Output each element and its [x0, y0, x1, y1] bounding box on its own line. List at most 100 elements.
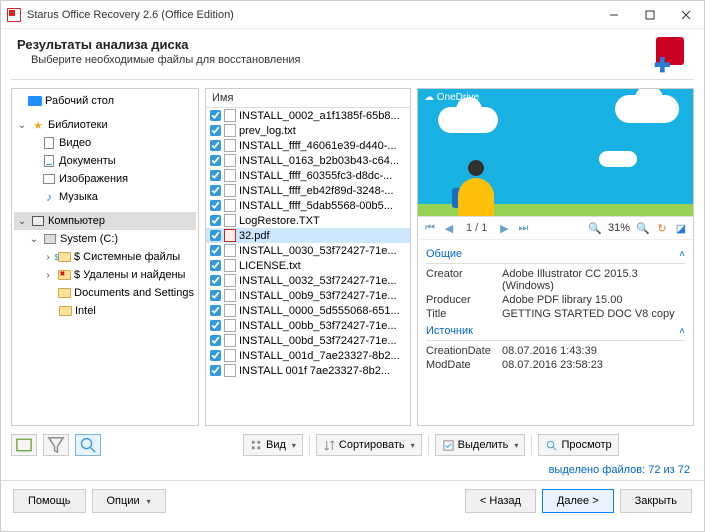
chevron-down-icon[interactable]: ⌄ [28, 234, 40, 245]
tool-filter-icon[interactable] [43, 434, 69, 456]
back-button[interactable]: < Назад [465, 489, 536, 513]
file-checkbox[interactable] [210, 365, 221, 376]
file-row[interactable]: INSTALL_ffff_60355fc3-d8dc-... [206, 168, 410, 183]
office-recovery-icon: ✚ [652, 37, 688, 73]
minimize-button[interactable] [596, 1, 632, 29]
tree-system-c[interactable]: ⌄System (C:) [14, 230, 196, 248]
file-checkbox[interactable] [210, 350, 221, 361]
zoom-in-icon[interactable]: 🔍 [635, 220, 651, 236]
file-row[interactable]: INSTALL_ffff_eb42f89d-3248-... [206, 183, 410, 198]
file-checkbox[interactable] [210, 215, 221, 226]
nav-last-icon[interactable]: ⏭ [515, 220, 531, 236]
tool-recover-icon[interactable] [11, 434, 37, 456]
chevron-right-icon[interactable]: › [42, 270, 54, 281]
file-name: LICENSE.txt [239, 260, 301, 272]
folder-tree[interactable]: Рабочий стол ⌄★Библиотеки Видео Документ… [11, 88, 199, 426]
file-row[interactable]: INSTALL_00bb_53f72427-71e... [206, 318, 410, 333]
file-row[interactable]: INSTALL 001f 7ae23327-8b2... [206, 363, 410, 378]
preview-pane: ☁ OneDrive ⏮ ◀ 1 / 1 ▶ ⏭ 🔍 31% 🔍 ↻ ◪ Общ… [417, 88, 694, 426]
file-name: INSTALL_ffff_60355fc3-d8dc-... [239, 170, 392, 182]
preview-button[interactable]: Просмотр [538, 434, 618, 456]
close-footer-button[interactable]: Закрыть [620, 489, 692, 513]
meta-key: Producer [426, 294, 502, 306]
file-checkbox[interactable] [210, 290, 221, 301]
file-row[interactable]: 32.pdf [206, 228, 410, 243]
help-button[interactable]: Помощь [13, 489, 86, 513]
tree-docs-settings[interactable]: Documents and Settings [14, 284, 196, 302]
tree-deleted[interactable]: ›$ Удалены и найдены [14, 266, 196, 284]
file-row[interactable]: INSTALL_ffff_46061e39-d440-... [206, 138, 410, 153]
chevron-down-icon[interactable]: ⌄ [16, 120, 28, 131]
file-row[interactable]: INSTALL_00b9_53f72427-71e... [206, 288, 410, 303]
chevron-down-icon[interactable]: ⌄ [16, 216, 28, 227]
file-row[interactable]: LogRestore.TXT [206, 213, 410, 228]
view-button[interactable]: Вид▾ [243, 434, 303, 456]
tree-video[interactable]: Видео [14, 134, 196, 152]
file-row[interactable]: INSTALL_001d_7ae23327-8b2... [206, 348, 410, 363]
tree-desktop[interactable]: Рабочий стол [14, 92, 196, 110]
star-icon: ★ [31, 118, 45, 132]
chevron-right-icon[interactable]: › [42, 252, 54, 263]
meta-value: GETTING STARTED DOC V8 copy [502, 308, 685, 320]
file-checkbox[interactable] [210, 185, 221, 196]
file-name: INSTALL_ffff_5dab5568-00b5... [239, 200, 393, 212]
file-checkbox[interactable] [210, 320, 221, 331]
file-checkbox[interactable] [210, 275, 221, 286]
tree-images[interactable]: Изображения [14, 170, 196, 188]
reload-icon[interactable]: ↻ [654, 220, 670, 236]
save-disk-icon[interactable]: ◪ [673, 220, 689, 236]
file-name: INSTALL_0002_a1f1385f-65b8... [239, 110, 400, 122]
zoom-level: 31% [606, 222, 632, 234]
tree-libraries[interactable]: ⌄★Библиотеки [14, 116, 196, 134]
zoom-out-icon[interactable]: 🔍 [587, 220, 603, 236]
file-checkbox[interactable] [210, 140, 221, 151]
chevron-up-icon[interactable]: ˄ [679, 249, 685, 260]
file-name: 32.pdf [239, 230, 270, 242]
tree-music[interactable]: ♪Музыка [14, 188, 196, 206]
section-source[interactable]: Источник˄ [426, 321, 685, 341]
txt-icon [224, 349, 236, 362]
list-header-name[interactable]: Имя [206, 89, 410, 108]
nav-next-icon[interactable]: ▶ [496, 220, 512, 236]
file-list[interactable]: Имя INSTALL_0002_a1f1385f-65b8...prev_lo… [205, 88, 411, 426]
file-row[interactable]: INSTALL_0163_b2b03b43-c64... [206, 153, 410, 168]
file-row[interactable]: LICENSE.txt [206, 258, 410, 273]
select-button[interactable]: Выделить▾ [435, 434, 526, 456]
file-checkbox[interactable] [210, 125, 221, 136]
file-checkbox[interactable] [210, 260, 221, 271]
file-row[interactable]: INSTALL_0030_53f72427-71e... [206, 243, 410, 258]
tree-sys-files[interactable]: ›$ Системные файлы [14, 248, 196, 266]
file-checkbox[interactable] [210, 200, 221, 211]
sort-button[interactable]: Сортировать▾ [316, 434, 422, 456]
maximize-button[interactable] [632, 1, 668, 29]
file-checkbox[interactable] [210, 155, 221, 166]
file-checkbox[interactable] [210, 245, 221, 256]
file-row[interactable]: INSTALL_0000_5d555068-651... [206, 303, 410, 318]
file-checkbox[interactable] [210, 305, 221, 316]
file-row[interactable]: INSTALL_00bd_53f72427-71e... [206, 333, 410, 348]
file-checkbox[interactable] [210, 230, 221, 241]
meta-value: 08.07.2016 23:58:23 [502, 359, 685, 371]
file-row[interactable]: INSTALL_ffff_5dab5568-00b5... [206, 198, 410, 213]
options-button[interactable]: Опции▾ [92, 489, 166, 513]
file-name: INSTALL_00bd_53f72427-71e... [239, 335, 397, 347]
chevron-up-icon[interactable]: ˄ [679, 326, 685, 337]
tree-intel[interactable]: Intel [14, 302, 196, 320]
file-row[interactable]: prev_log.txt [206, 123, 410, 138]
section-general[interactable]: Общие˄ [426, 244, 685, 264]
tree-documents[interactable]: Документы [14, 152, 196, 170]
file-row[interactable]: INSTALL_0032_53f72427-71e... [206, 273, 410, 288]
file-name: INSTALL_ffff_46061e39-d440-... [239, 140, 397, 152]
file-checkbox[interactable] [210, 335, 221, 346]
tool-search-icon[interactable] [75, 434, 101, 456]
file-name: INSTALL_ffff_eb42f89d-3248-... [239, 185, 394, 197]
file-row[interactable]: INSTALL_0002_a1f1385f-65b8... [206, 108, 410, 123]
tree-computer[interactable]: ⌄Компьютер [14, 212, 196, 230]
close-button[interactable] [668, 1, 704, 29]
next-button[interactable]: Далее > [542, 489, 614, 513]
file-checkbox[interactable] [210, 110, 221, 121]
nav-prev-icon[interactable]: ◀ [441, 220, 457, 236]
file-checkbox[interactable] [210, 170, 221, 181]
nav-first-icon[interactable]: ⏮ [422, 220, 438, 236]
music-icon: ♪ [42, 190, 56, 204]
